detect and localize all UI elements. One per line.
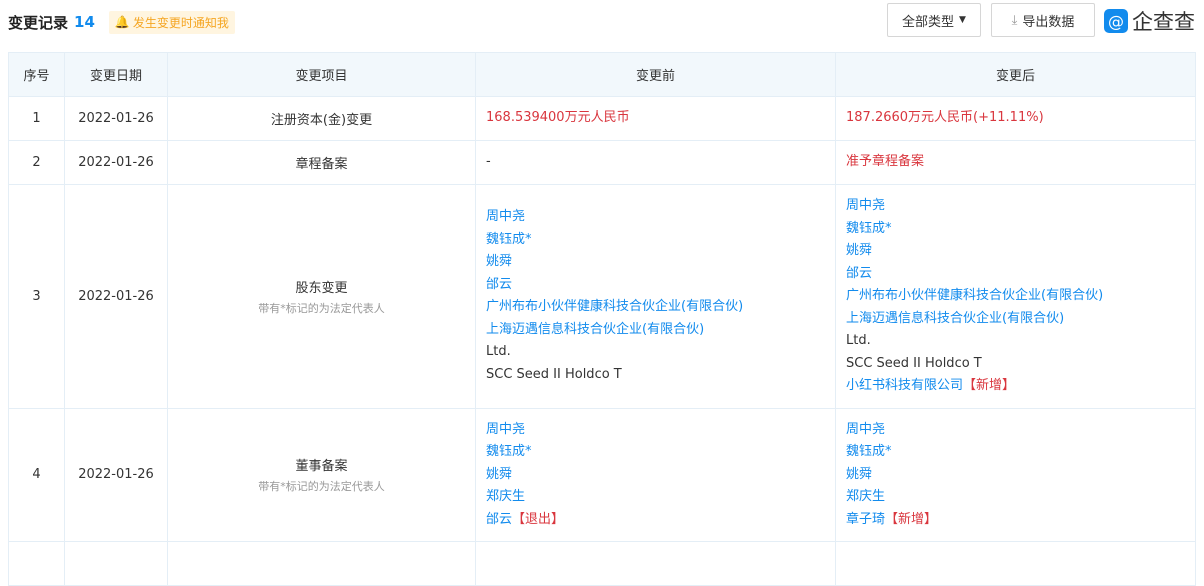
before-value: - bbox=[486, 154, 491, 170]
shareholder-name[interactable]: 小红书科技有限公司 bbox=[846, 378, 963, 393]
shareholder-name: SCC Seed II Holdco T bbox=[846, 355, 982, 371]
col-date: 变更日期 bbox=[64, 52, 168, 97]
row-date: 2022-01-26 bbox=[64, 407, 168, 542]
row-no: 2 bbox=[8, 140, 65, 185]
legal-rep-note: 带有*标记的为法定代表人 bbox=[258, 301, 385, 315]
shareholder-name[interactable]: 姚舜 bbox=[846, 243, 872, 258]
shareholder-name[interactable]: 周中尧 bbox=[486, 422, 525, 437]
before-cell: 周中尧魏钰成* 姚舜邰云广州布布小伙伴健康科技合伙企业(有限合伙) 上海迈遇信息科技… bbox=[475, 184, 836, 409]
shareholder-name: SCC Seed II Holdco T bbox=[486, 366, 622, 382]
table-row: 2 2022-01-26 章程备案 - 准予章程备案 bbox=[8, 140, 1196, 185]
shareholder-name[interactable]: 魏钰成* bbox=[486, 444, 532, 459]
shareholder-name[interactable]: 魏钰成* bbox=[846, 444, 892, 459]
change-records-table: 序号 变更日期 变更项目 变更前 变更后 1 2022-01-26 注册资本(金… bbox=[8, 52, 1196, 586]
row-date: 2022-01-26 bbox=[64, 184, 168, 409]
logo-text: 企查查 bbox=[1132, 10, 1195, 34]
shareholder-name: Ltd. bbox=[846, 333, 871, 348]
table-row: 1 2022-01-26 注册资本(金)变更 168.539400万元人民币 1… bbox=[8, 96, 1196, 141]
item-label: 股东变更 bbox=[295, 280, 348, 296]
bell-icon: 🔔 bbox=[114, 15, 130, 29]
row-item: 注册资本(金)变更 bbox=[167, 96, 476, 141]
after-cell: 187.2660万元人民币(+11.11%) bbox=[835, 96, 1196, 141]
after-cell: 准予章程备案 bbox=[835, 140, 1196, 185]
shareholder-name[interactable]: 邰云 bbox=[486, 277, 512, 292]
col-item: 变更项目 bbox=[167, 52, 476, 97]
legal-rep-note: 带有*标记的为法定代表人 bbox=[258, 480, 385, 494]
change-tag: 【新增】 bbox=[963, 378, 1016, 393]
logo: @ 企查查 bbox=[1104, 6, 1195, 36]
shareholder-name[interactable]: 姚舜 bbox=[846, 467, 872, 482]
after-cell: 周中尧魏钰成* 姚舜邰云广州布布小伙伴健康科技合伙企业(有限合伙) 上海迈遇信息科技… bbox=[835, 184, 1196, 409]
shareholder-name[interactable]: 周中尧 bbox=[846, 198, 885, 213]
shareholder-name: Ltd. bbox=[486, 344, 511, 360]
item-label: 章程备案 bbox=[295, 157, 348, 172]
export-button[interactable]: ⤓ 导出数据 bbox=[991, 3, 1095, 37]
after-value: 准予章程备案 bbox=[846, 154, 925, 170]
row-item: 章程备案 bbox=[167, 140, 476, 185]
caret-down-icon: ▼ bbox=[959, 15, 966, 25]
shareholder-name[interactable]: 魏钰成* bbox=[486, 232, 532, 247]
item-label: 注册资本(金)变更 bbox=[270, 113, 373, 128]
shareholder-name[interactable]: 邰云 bbox=[486, 512, 512, 527]
after-value: 187.2660万元人民币(+11.11%) bbox=[846, 110, 1044, 126]
shareholder-name[interactable]: 上海迈遇信息科技合伙企业(有限合伙) bbox=[486, 322, 704, 337]
section-header: 变更记录 14 🔔 发生变更时通知我 bbox=[8, 10, 235, 34]
shareholder-name[interactable]: 姚舜 bbox=[486, 254, 512, 269]
record-count: 14 bbox=[74, 13, 95, 31]
type-filter-dropdown[interactable]: 全部类型 ▼ bbox=[887, 3, 981, 37]
row-item: 股东变更带有*标记的为法定代表人 bbox=[167, 184, 476, 409]
download-icon: ⤓ bbox=[1011, 12, 1018, 28]
row-no: 1 bbox=[8, 96, 65, 141]
shareholder-name[interactable]: 邰云 bbox=[846, 266, 872, 281]
change-tag: 【新增】 bbox=[885, 511, 938, 527]
shareholder-name[interactable]: 魏钰成* bbox=[846, 221, 892, 236]
shareholder-name[interactable]: 广州布布小伙伴健康科技合伙企业(有限合伙) bbox=[486, 299, 743, 314]
row-no: 3 bbox=[8, 184, 65, 409]
export-label: 导出数据 bbox=[1022, 14, 1075, 30]
shareholder-name[interactable]: 姚舜 bbox=[486, 467, 512, 482]
before-cell: 周中尧魏钰成* 姚舜郑庆生邰云【退出】 bbox=[475, 407, 836, 542]
col-no: 序号 bbox=[8, 52, 65, 97]
row-no: 4 bbox=[8, 407, 65, 542]
col-after: 变更后 bbox=[835, 52, 1196, 97]
shareholder-name[interactable]: 周中尧 bbox=[846, 422, 885, 437]
shareholder-name[interactable]: 章子琦 bbox=[846, 512, 885, 527]
shareholder-name[interactable]: 广州布布小伙伴健康科技合伙企业(有限合伙) bbox=[846, 288, 1103, 303]
table-header: 序号 变更日期 变更项目 变更前 变更后 bbox=[8, 52, 1196, 97]
shareholder-name[interactable]: 郑庆生 bbox=[846, 489, 885, 504]
table-row: 4 2022-01-26 董事备案带有*标记的为法定代表人 周中尧魏钰成* 姚舜郑… bbox=[8, 407, 1196, 542]
before-cell: 168.539400万元人民币 bbox=[475, 96, 836, 141]
logo-mark-icon: @ bbox=[1104, 9, 1128, 33]
item-label: 董事备案 bbox=[295, 459, 348, 475]
notify-label: 发生变更时通知我 bbox=[132, 15, 229, 30]
change-tag: 【退出】 bbox=[512, 511, 565, 527]
table-row: 3 2022-01-26 股东变更带有*标记的为法定代表人 周中尧魏钰成* 姚舜邰… bbox=[8, 184, 1196, 409]
section-title: 变更记录 bbox=[8, 13, 69, 32]
type-filter-label: 全部类型 bbox=[902, 14, 955, 30]
shareholder-name[interactable]: 周中尧 bbox=[486, 209, 525, 224]
notify-button[interactable]: 🔔 发生变更时通知我 bbox=[108, 10, 235, 34]
shareholder-name[interactable]: 上海迈遇信息科技合伙企业(有限合伙) bbox=[846, 311, 1064, 326]
col-before: 变更前 bbox=[475, 52, 836, 97]
before-cell: - bbox=[475, 140, 836, 185]
row-date: 2022-01-26 bbox=[64, 96, 168, 141]
before-value: 168.539400万元人民币 bbox=[486, 110, 630, 126]
row-date: 2022-01-26 bbox=[64, 140, 168, 185]
after-cell: 周中尧魏钰成* 姚舜郑庆生章子琦【新增】 bbox=[835, 407, 1196, 542]
shareholder-name[interactable]: 郑庆生 bbox=[486, 489, 525, 504]
table-row bbox=[8, 541, 1196, 586]
row-item: 董事备案带有*标记的为法定代表人 bbox=[167, 407, 476, 542]
